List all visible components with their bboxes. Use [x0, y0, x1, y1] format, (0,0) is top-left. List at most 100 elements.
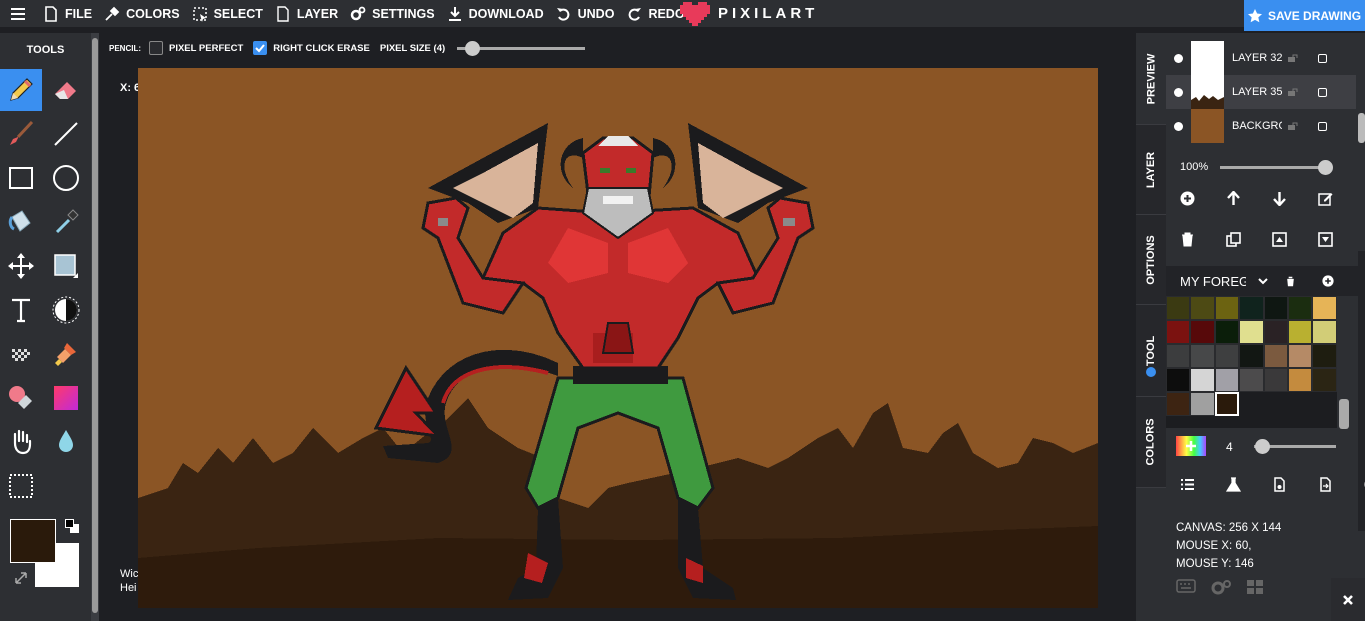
color-swatch[interactable]	[1263, 296, 1288, 320]
color-swatch[interactable]	[1312, 320, 1337, 344]
layer-select-checkbox[interactable]	[1318, 87, 1327, 97]
color-swatch[interactable]	[1214, 368, 1240, 392]
right-click-erase-checkbox[interactable]	[253, 41, 268, 55]
crop-tool[interactable]	[0, 465, 42, 507]
delete-palette-icon[interactable]	[1285, 276, 1296, 287]
layer-select-checkbox[interactable]	[1318, 121, 1327, 131]
layer-visibility-icon[interactable]	[1174, 121, 1183, 131]
hand-tool[interactable]	[0, 421, 42, 463]
layer-lock-icon[interactable]	[1288, 88, 1299, 96]
lighten-tool[interactable]	[45, 289, 87, 331]
layer-visibility-icon[interactable]	[1174, 53, 1183, 63]
add-layer-icon[interactable]	[1180, 191, 1195, 206]
layer-visibility-icon[interactable]	[1174, 87, 1183, 97]
color-picker-tool[interactable]	[45, 201, 87, 243]
keyboard-icon[interactable]	[1176, 579, 1196, 593]
rectangle-tool[interactable]	[0, 157, 42, 199]
bucket-eraser-tool[interactable]	[0, 377, 42, 419]
color-swatch[interactable]	[1190, 392, 1215, 416]
pixilart-logo[interactable]: PIXILART	[680, 0, 818, 27]
line-tool[interactable]	[45, 113, 87, 155]
menu-layer[interactable]: LAYER	[269, 0, 344, 27]
move-layer-down-icon[interactable]	[1272, 191, 1287, 206]
stamp-tool[interactable]	[45, 333, 87, 375]
color-swatch[interactable]	[1214, 392, 1240, 416]
color-swatch[interactable]	[1263, 368, 1288, 392]
color-swatch[interactable]	[1239, 296, 1264, 320]
menu-file[interactable]: FILE	[37, 0, 98, 27]
tab-options[interactable]: OPTIONS	[1136, 215, 1166, 305]
export-palette-icon[interactable]	[1318, 477, 1333, 492]
duplicate-layer-icon[interactable]	[1226, 232, 1241, 247]
layer-row[interactable]: LAYER 32	[1166, 41, 1356, 75]
swap-colors-icon[interactable]	[14, 571, 28, 585]
layer-row[interactable]: LAYER 35	[1166, 75, 1356, 109]
pixel-perfect-checkbox[interactable]	[149, 41, 163, 55]
color-swatch[interactable]	[1239, 320, 1264, 344]
color-swatch[interactable]	[1263, 344, 1288, 368]
color-swatch[interactable]	[1166, 392, 1191, 416]
save-drawing-button[interactable]: SAVE DRAWING	[1244, 0, 1365, 31]
chevron-down-icon[interactable]	[1258, 277, 1268, 285]
pixel-size-slider[interactable]	[457, 40, 586, 56]
color-swatch[interactable]	[1312, 296, 1337, 320]
menu-select[interactable]: SELECT	[186, 0, 269, 27]
color-swatch[interactable]	[1239, 344, 1264, 368]
color-swatch[interactable]	[1190, 296, 1215, 320]
ellipse-tool[interactable]	[45, 157, 87, 199]
tab-colors[interactable]: COLORS	[1136, 397, 1166, 488]
tab-tool[interactable]: TOOL	[1136, 305, 1166, 397]
grid-layout-icon[interactable]	[1246, 579, 1264, 595]
color-swatch[interactable]	[1214, 320, 1240, 344]
brush-tool[interactable]	[0, 113, 42, 155]
shape-select-tool[interactable]	[45, 245, 87, 287]
eraser-tool[interactable]	[45, 69, 87, 111]
color-swatch[interactable]	[1263, 320, 1288, 344]
tab-preview[interactable]: PREVIEW	[1136, 33, 1166, 125]
menu-colors[interactable]: COLORS	[98, 0, 185, 27]
swap-default-colors-icon[interactable]	[65, 519, 79, 533]
layer-list-scrollbar[interactable]	[1358, 113, 1365, 143]
tools-scrollbar[interactable]	[91, 33, 99, 621]
merge-up-icon[interactable]	[1272, 232, 1287, 247]
color-swatch[interactable]	[1190, 368, 1215, 392]
settings-gears-icon[interactable]	[1210, 579, 1232, 595]
add-palette-icon[interactable]	[1322, 275, 1334, 287]
color-swatch[interactable]	[1190, 320, 1215, 344]
pencil-tool[interactable]	[0, 69, 42, 111]
layer-select-checkbox[interactable]	[1318, 53, 1327, 63]
color-swatch[interactable]	[1287, 368, 1313, 392]
canvas-stage[interactable]: X: 6 Wic Hei	[101, 60, 1136, 621]
pixel-size-slider-knob[interactable]	[465, 40, 481, 56]
brush-size-slider[interactable]	[1254, 439, 1336, 454]
color-swatch[interactable]	[1166, 368, 1191, 392]
palette-name[interactable]: MY FOREGROUND	[1180, 274, 1246, 289]
menu-download[interactable]: DOWNLOAD	[441, 0, 550, 27]
color-swatch[interactable]	[1214, 296, 1240, 320]
water-drop-tool[interactable]	[45, 421, 87, 463]
color-swatch[interactable]	[1287, 320, 1313, 344]
hamburger-menu-icon[interactable]	[11, 0, 33, 27]
add-color-icon[interactable]	[1176, 436, 1206, 456]
import-palette-icon[interactable]	[1272, 477, 1287, 492]
color-swatch[interactable]	[1190, 344, 1215, 368]
layer-opacity-slider-knob[interactable]	[1318, 159, 1333, 175]
layer-opacity-slider[interactable]	[1220, 159, 1333, 175]
gradient-tool[interactable]	[45, 377, 87, 419]
layer-lock-icon[interactable]	[1288, 122, 1299, 130]
color-swatch[interactable]	[1239, 368, 1264, 392]
color-swatch[interactable]	[1312, 368, 1337, 392]
color-swatch[interactable]	[1166, 320, 1191, 344]
dither-tool[interactable]	[0, 333, 42, 375]
menu-settings[interactable]: SETTINGS	[344, 0, 441, 27]
merge-down-icon[interactable]	[1318, 232, 1333, 247]
color-swatch[interactable]	[1287, 344, 1313, 368]
primary-color-swatch[interactable]	[10, 519, 56, 563]
edit-layer-icon[interactable]	[1318, 191, 1333, 206]
layer-lock-icon[interactable]	[1288, 54, 1299, 62]
menu-undo[interactable]: UNDO	[550, 0, 621, 27]
drawing-canvas[interactable]	[138, 68, 1098, 608]
brush-size-slider-knob[interactable]	[1255, 439, 1270, 454]
list-icon[interactable]	[1180, 477, 1195, 492]
text-tool[interactable]	[0, 289, 42, 331]
